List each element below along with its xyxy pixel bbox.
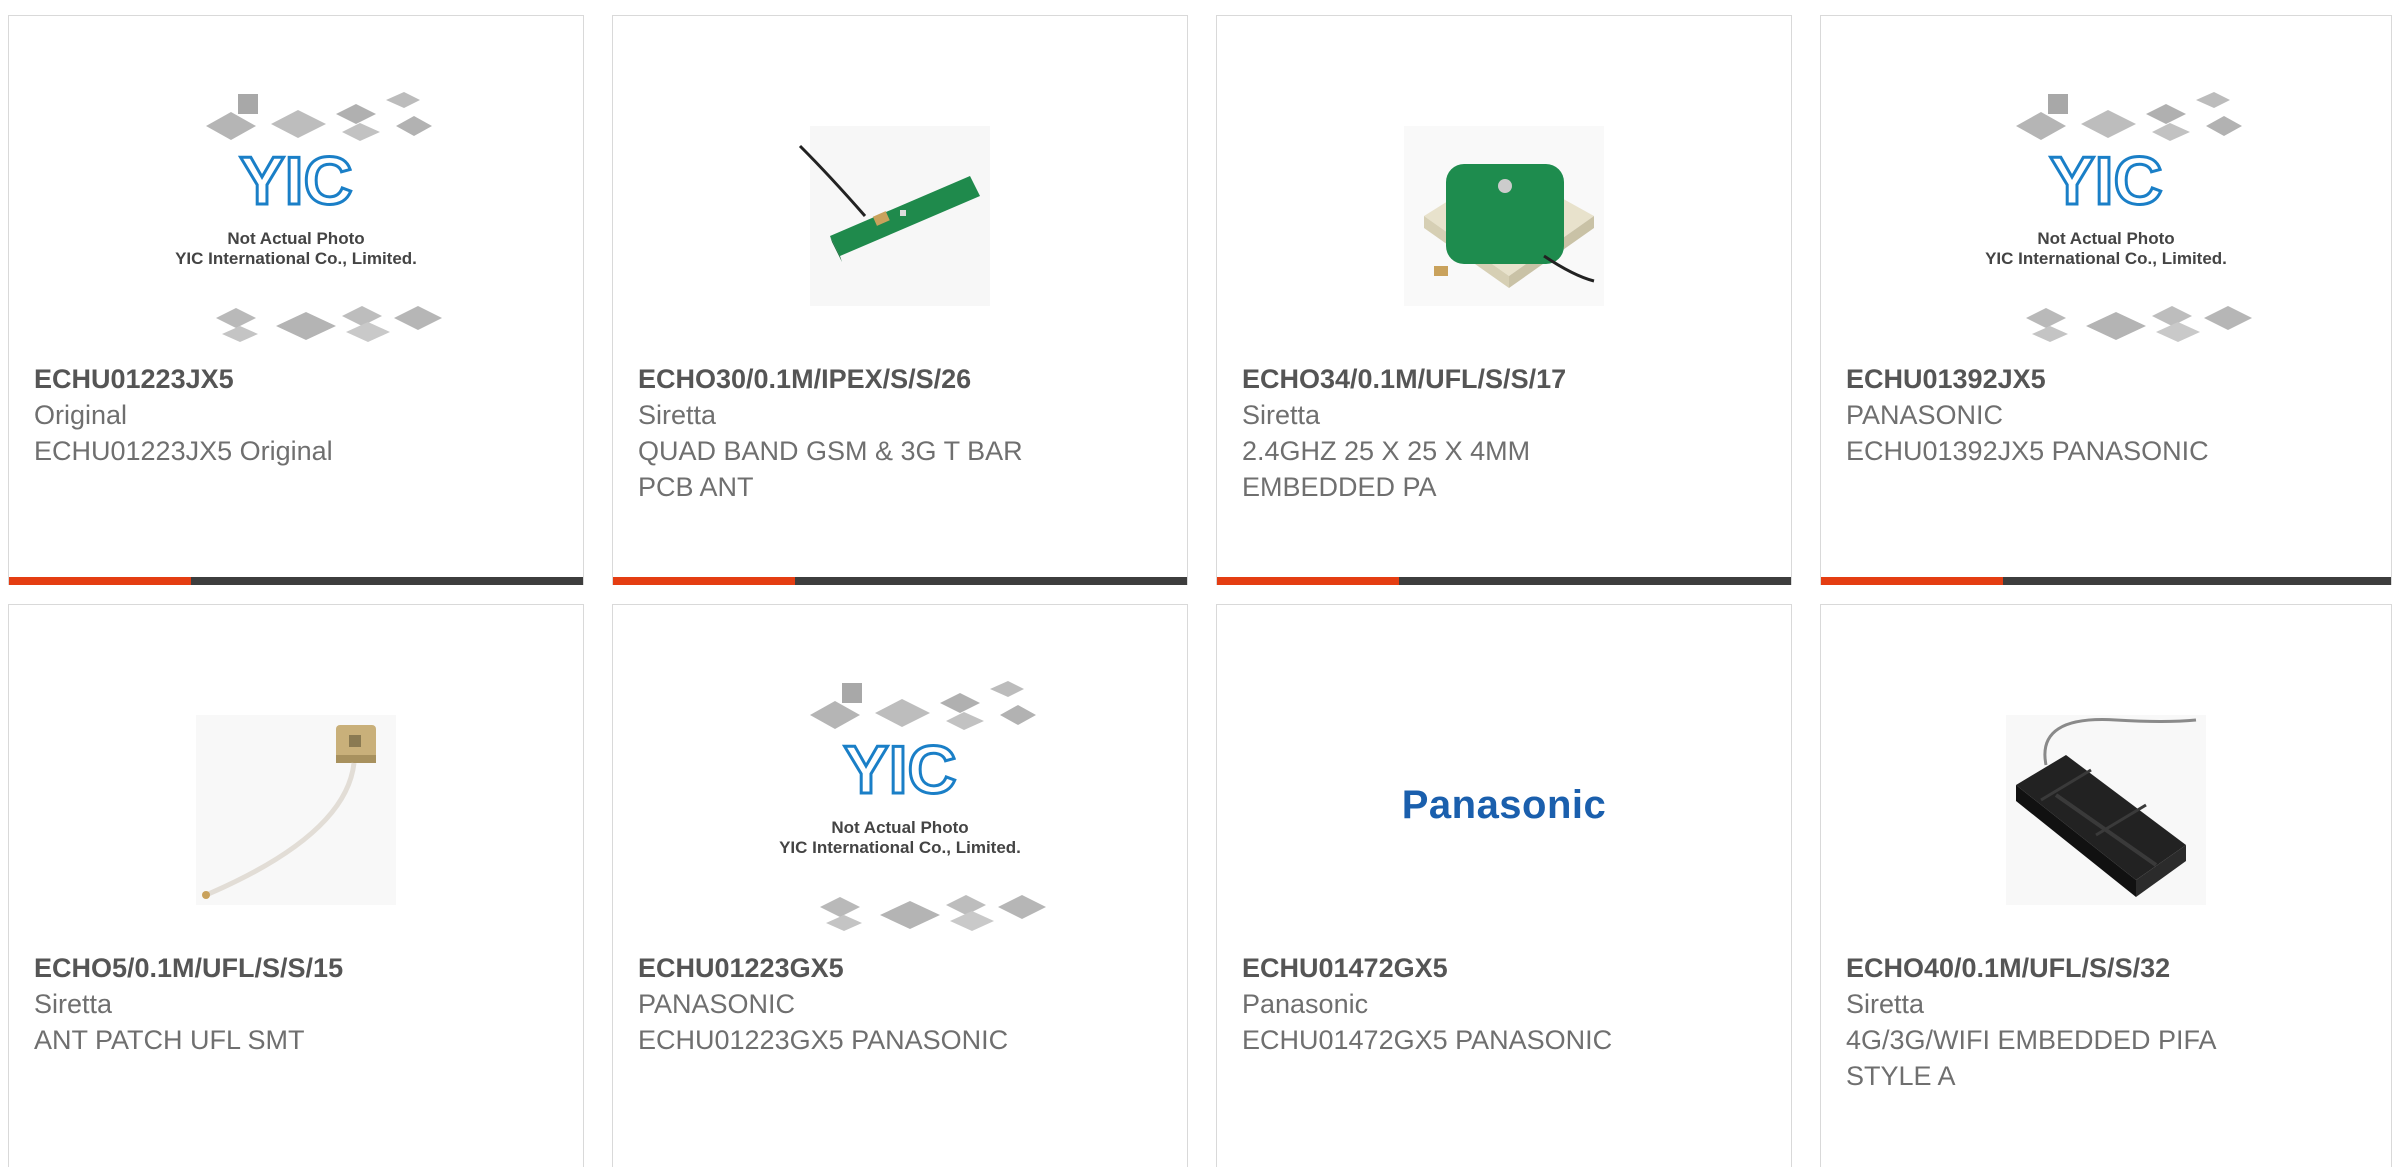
manufacturer: Siretta — [1846, 989, 1925, 1019]
product-card[interactable]: ECHO5/0.1M/UFL/S/S/15 Siretta ANT PATCH … — [8, 604, 584, 1167]
small-patch-antenna-photo — [9, 660, 583, 950]
description-line: QUAD BAND GSM & 3G T BAR — [638, 436, 1023, 466]
manufacturer: Original — [34, 400, 128, 430]
part-number[interactable]: ECHU01223GX5 — [638, 950, 1167, 986]
product-card[interactable]: ECHO30/0.1M/IPEX/S/S/26 Siretta QUAD BAN… — [612, 15, 1188, 585]
description-line: 4G/3G/WIFI EMBEDDED PIFA — [1846, 1025, 2217, 1055]
description-line: ANT PATCH UFL SMT — [34, 1025, 305, 1055]
manufacturer: PANASONIC — [638, 989, 796, 1019]
card-bar-accent — [1821, 577, 2003, 585]
pifa-antenna-photo — [1821, 660, 2391, 950]
not-actual-photo-label: Not Actual Photo — [2037, 229, 2174, 248]
card-bar — [9, 577, 583, 585]
description-line: EMBEDDED PA — [1242, 472, 1437, 502]
yic-logo: YIC — [239, 143, 352, 219]
card-bar-accent — [9, 577, 191, 585]
part-number[interactable]: ECHU01223JX5 — [34, 361, 563, 397]
description-line: 2.4GHZ 25 X 25 X 4MM — [1242, 436, 1531, 466]
manufacturer: Siretta — [638, 400, 717, 430]
description-line: ECHU01392JX5 PANASONIC — [1846, 436, 2209, 466]
card-bar — [1821, 577, 2391, 585]
company-label: YIC International Co., Limited. — [175, 249, 417, 268]
placeholder-photo: YIC Not Actual Photo YIC International C… — [9, 71, 583, 361]
patch-antenna-photo — [1217, 71, 1791, 361]
manufacturer: Siretta — [1242, 400, 1321, 430]
not-actual-photo-label: Not Actual Photo — [227, 229, 364, 248]
product-grid: YIC Not Actual Photo YIC International C… — [0, 0, 2400, 1167]
manufacturer: Panasonic — [1242, 989, 1369, 1019]
description-line: ECHU01223GX5 PANASONIC — [638, 1025, 1009, 1055]
product-card[interactable]: ECHO40/0.1M/UFL/S/S/32 Siretta 4G/3G/WIF… — [1820, 604, 2392, 1167]
description-line: STYLE A — [1846, 1061, 1956, 1091]
product-card[interactable]: YIC Not Actual Photo YIC International C… — [612, 604, 1188, 1167]
placeholder-photo: YIC Not Actual Photo YIC International C… — [613, 660, 1187, 950]
product-card[interactable]: YIC Not Actual Photo YIC International C… — [8, 15, 584, 585]
card-bar-accent — [613, 577, 795, 585]
placeholder-photo: YIC Not Actual Photo YIC International C… — [1821, 71, 2391, 361]
panasonic-logo: Panasonic — [1217, 660, 1791, 950]
part-number[interactable]: ECHU01472GX5 — [1242, 950, 1771, 986]
part-number[interactable]: ECHU01392JX5 — [1846, 361, 2371, 397]
card-bar — [613, 577, 1187, 585]
panasonic-logo-text: Panasonic — [1401, 782, 1607, 827]
card-bar-accent — [1217, 577, 1399, 585]
product-card[interactable]: YIC Not Actual Photo YIC International C… — [1820, 15, 2392, 585]
pcb-antenna-photo — [613, 71, 1187, 361]
not-actual-photo-label: Not Actual Photo — [831, 818, 968, 837]
part-number[interactable]: ECHO34/0.1M/UFL/S/S/17 — [1242, 361, 1771, 397]
description-line: ECHU01472GX5 PANASONIC — [1242, 1025, 1613, 1055]
yic-logo: YIC — [843, 732, 956, 808]
manufacturer: PANASONIC — [1846, 400, 2004, 430]
product-card[interactable]: Panasonic ECHU01472GX5 Panasonic ECHU014… — [1216, 604, 1792, 1167]
description-line: PCB ANT — [638, 472, 754, 502]
description-line: ECHU01223JX5 Original — [34, 436, 333, 466]
part-number[interactable]: ECHO5/0.1M/UFL/S/S/15 — [34, 950, 563, 986]
card-bar — [1217, 577, 1791, 585]
part-number[interactable]: ECHO40/0.1M/UFL/S/S/32 — [1846, 950, 2371, 986]
manufacturer: Siretta — [34, 989, 113, 1019]
product-card[interactable]: ECHO34/0.1M/UFL/S/S/17 Siretta 2.4GHZ 25… — [1216, 15, 1792, 585]
company-label: YIC International Co., Limited. — [779, 838, 1021, 857]
company-label: YIC International Co., Limited. — [1985, 249, 2227, 268]
yic-logo: YIC — [2049, 143, 2162, 219]
part-number[interactable]: ECHO30/0.1M/IPEX/S/S/26 — [638, 361, 1167, 397]
